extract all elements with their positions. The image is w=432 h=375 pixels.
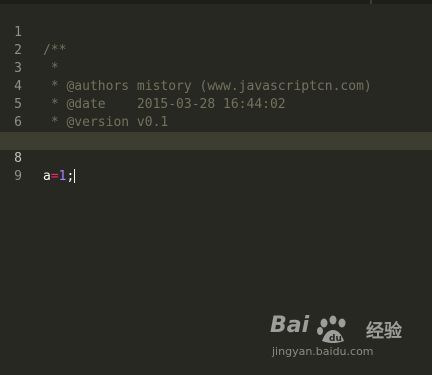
watermark-brand: Bai (270, 313, 310, 338)
code-line-6[interactable]: 6 */ (0, 96, 432, 148)
code-line-4[interactable]: 4 * @date 2015-03-28 16:44:02 (0, 60, 432, 112)
code-line-5[interactable]: 5 * @version v0.1 (0, 78, 432, 130)
tab-bar (0, 0, 432, 4)
code-line-3[interactable]: 3 * @authors mistory (www.javascriptcn.c… (0, 42, 432, 94)
operator-token: = (50, 169, 59, 184)
code-line-2[interactable]: 2 * (0, 24, 432, 76)
code-statement: a=1; (43, 168, 76, 186)
text-cursor (74, 169, 76, 183)
watermark-url: jingyan.baidu.com (272, 345, 374, 358)
code-line-1[interactable]: 1 /** (0, 6, 432, 58)
tab-divider (370, 0, 372, 4)
svg-text:du: du (329, 334, 342, 344)
line-number: 9 (14, 169, 22, 184)
code-line-7[interactable]: 7 (0, 114, 432, 148)
code-line-9[interactable]: 9 (0, 150, 432, 184)
code-editor[interactable]: 1 /** 2 * 3 * @authors mistory (www.java… (0, 0, 432, 375)
paw-icon: du (314, 315, 362, 349)
baidu-jingyan-watermark: Bai du 经验 jingyan.baidu.com (270, 313, 410, 365)
watermark-brand-cn: 经验 (366, 321, 402, 342)
semicolon-token: ; (66, 169, 75, 184)
code-line-8-current[interactable]: 8 a=1; (0, 132, 432, 184)
